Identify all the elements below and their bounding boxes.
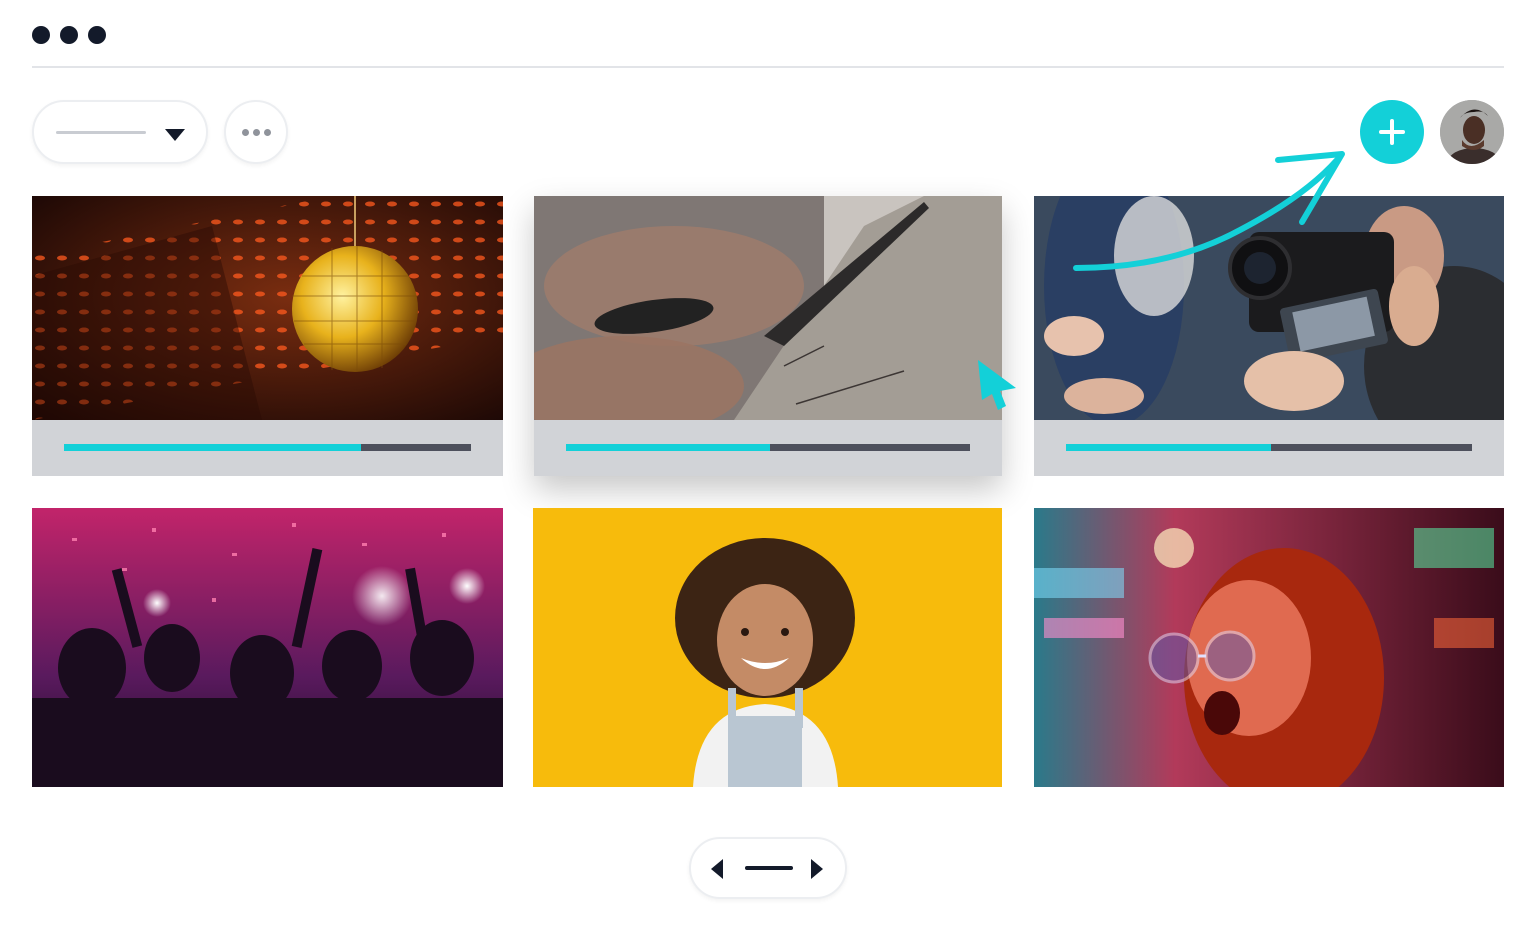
header-divider (32, 66, 1504, 68)
photo-smiling-girl-yellow (533, 508, 1002, 787)
photo-scissors-cutting-paper (534, 196, 1002, 420)
more-dot (263, 128, 271, 136)
add-button[interactable] (1360, 100, 1424, 164)
user-avatar[interactable] (1440, 100, 1504, 164)
more-horizontal-icon (241, 128, 249, 136)
pagination-control (689, 837, 847, 899)
media-card[interactable] (32, 196, 503, 476)
more-options-button[interactable] (224, 100, 288, 164)
progress-fill (566, 444, 771, 451)
photo-camera-recording (1034, 196, 1504, 420)
progress-fill (64, 444, 362, 451)
progress-bar (64, 444, 471, 451)
media-card[interactable] (32, 508, 503, 787)
window-dot[interactable] (88, 26, 106, 44)
progress-bar (566, 444, 970, 451)
plus-icon (1379, 119, 1405, 145)
media-card[interactable] (1034, 196, 1504, 476)
photo-party-crowd (32, 508, 503, 787)
media-card[interactable] (1034, 508, 1504, 787)
triangle-left-icon[interactable] (709, 857, 725, 881)
window-controls (32, 26, 106, 44)
card-footer (1034, 420, 1504, 476)
media-card[interactable] (533, 508, 1002, 787)
card-footer (32, 420, 503, 476)
triangle-right-icon[interactable] (809, 857, 825, 881)
filter-dropdown[interactable] (32, 100, 208, 164)
progress-fill (1066, 444, 1272, 451)
window-dot[interactable] (60, 26, 78, 44)
avatar-image (1440, 100, 1504, 164)
caret-down-icon (165, 129, 185, 141)
photo-woman-neon-lights (1034, 508, 1504, 787)
photo-disco-ball (32, 196, 503, 420)
dropdown-value-placeholder (56, 131, 146, 134)
media-card[interactable] (534, 196, 1002, 476)
window-dot[interactable] (32, 26, 50, 44)
page-indicator (745, 866, 793, 870)
more-dot (252, 128, 260, 136)
progress-bar (1066, 444, 1472, 451)
card-footer (534, 420, 1002, 476)
